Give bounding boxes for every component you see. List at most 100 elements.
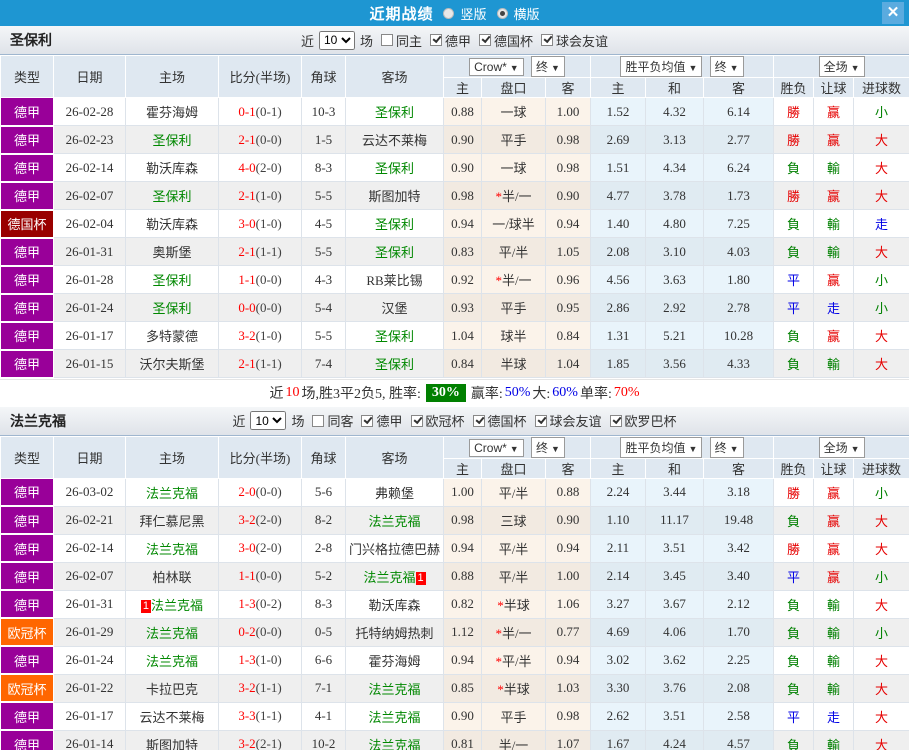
scope-dropdown[interactable]: 全场 ▼ xyxy=(818,436,865,458)
table-row: 德甲 26-01-17 云达不莱梅 3-3(1-1) 4-1 法兰克福 0.90 平手 0.98… xyxy=(0,701,909,731)
final-dropdown[interactable]: 终 ▼ xyxy=(530,436,565,458)
odds-away: 10.28 xyxy=(702,321,775,350)
odds-away: 4.57 xyxy=(702,729,775,750)
league-checkbox[interactable] xyxy=(472,414,485,427)
away-team: 斯图加特 xyxy=(345,181,444,210)
sub-col-header: 让球 xyxy=(813,457,855,479)
league-checkbox[interactable] xyxy=(609,414,622,427)
league-checkbox[interactable] xyxy=(534,414,547,427)
league-checkbox[interactable] xyxy=(410,414,423,427)
odds-draw: 3.78 xyxy=(645,181,704,210)
odds-home: 2.08 xyxy=(590,237,646,266)
odds-type-dropdown[interactable]: 胜平负均值 ▼ xyxy=(620,436,703,458)
table-row: 德甲 26-01-28 圣保利 1-1(0-0) 4-3 RB莱比锡 0.92 *半/一 0.9… xyxy=(0,265,909,295)
result-handicap: 走 xyxy=(813,701,855,731)
close-icon[interactable]: ✕ xyxy=(882,2,904,24)
handicap-home-odds: 0.94 xyxy=(443,533,482,563)
title-bar: 近期战绩 竖版 横版 ✕ xyxy=(0,0,909,26)
league-checkbox[interactable] xyxy=(541,34,554,46)
col-header-corner: 角球 xyxy=(301,435,346,479)
summary-text: 10 xyxy=(285,385,300,400)
same-venue-checkbox[interactable] xyxy=(312,414,325,427)
corner-score: 8-3 xyxy=(301,589,346,619)
odds-group-header: 胜平负均值 ▼ 终 ▼ xyxy=(589,435,775,459)
result-goals: 大 xyxy=(853,729,909,750)
odds-home: 2.14 xyxy=(590,561,646,591)
horizontal-mode-label[interactable]: 横版 xyxy=(514,4,540,23)
match-count-select[interactable]: 10 xyxy=(250,411,287,430)
home-team: 拜仁慕尼黑 xyxy=(125,505,219,535)
col-header-home: 主场 xyxy=(125,55,219,98)
odds-draw: 3.13 xyxy=(645,125,704,154)
match-type-badge: 德甲 xyxy=(0,181,54,211)
home-team: 法兰克福 xyxy=(125,617,219,647)
vertical-mode-label[interactable]: 竖版 xyxy=(460,4,486,23)
league-label: 德甲 xyxy=(376,414,403,429)
final-dropdown[interactable]: 终 ▼ xyxy=(709,436,744,458)
odds-type-dropdown[interactable]: 胜平负均值 ▼ xyxy=(620,56,703,77)
sub-col-header: 盘口 xyxy=(481,457,546,479)
result-outcome: 負 xyxy=(773,673,815,703)
home-team: 卡拉巴克 xyxy=(125,673,219,703)
league-checkbox[interactable] xyxy=(430,34,442,46)
final-dropdown[interactable]: 终 ▼ xyxy=(530,56,565,77)
odds-home: 2.69 xyxy=(590,125,646,154)
odds-draw: 3.10 xyxy=(645,237,704,266)
results-table: 类型 日期 主场 比分(半场) 角球 客场 Crow* ▼ 终 ▼ 胜平负均值 ▼ 终… xyxy=(0,435,909,750)
home-team: 斯图加特 xyxy=(125,729,219,750)
odds-away: 7.25 xyxy=(702,209,775,238)
odds-away: 2.58 xyxy=(702,701,775,731)
league-checkbox[interactable] xyxy=(479,34,492,46)
vertical-mode-radio[interactable] xyxy=(443,7,455,19)
match-type-badge: 德甲 xyxy=(0,153,54,183)
league-label: 球会友谊 xyxy=(556,33,609,49)
handicap-home-odds: 1.04 xyxy=(443,321,482,350)
match-date: 26-01-24 xyxy=(53,645,126,675)
handicap-home-odds: 0.93 xyxy=(443,293,482,322)
odds-away: 3.18 xyxy=(702,477,775,507)
odds-home: 1.52 xyxy=(590,97,646,126)
home-team: 勒沃库森 xyxy=(125,209,219,238)
handicap-home-odds: 0.88 xyxy=(443,561,482,591)
final-dropdown[interactable]: 终 ▼ xyxy=(709,56,744,77)
scope-dropdown[interactable]: 全场 ▼ xyxy=(818,56,865,77)
odds-draw: 4.34 xyxy=(645,153,704,182)
handicap-home-odds: 0.98 xyxy=(443,181,482,210)
result-handicap: 輸 xyxy=(813,645,855,675)
odds-away: 2.25 xyxy=(702,645,775,675)
company-dropdown[interactable]: Crow* ▼ xyxy=(469,438,524,457)
corner-score: 10-2 xyxy=(301,729,346,750)
result-outcome: 負 xyxy=(773,505,815,535)
col-header-away: 客场 xyxy=(345,435,444,479)
results-table: 类型 日期 主场 比分(半场) 角球 客场 Crow* ▼ 终 ▼ 胜平负均值 ▼ 终… xyxy=(0,55,909,379)
near-label: 近 xyxy=(232,414,246,429)
away-team: 弗赖堡 xyxy=(345,477,444,507)
games-label: 场 xyxy=(359,33,373,49)
company-dropdown[interactable]: Crow* ▼ xyxy=(469,58,524,76)
chevron-down-icon: ▼ xyxy=(688,63,698,73)
col-header-type: 类型 xyxy=(0,435,54,479)
odds-away: 4.33 xyxy=(702,349,775,378)
handicap-line: 一球 xyxy=(481,153,546,182)
result-outcome: 勝 xyxy=(773,125,815,154)
league-checkbox[interactable] xyxy=(361,414,374,427)
home-team: 云达不莱梅 xyxy=(125,701,219,731)
corner-score: 0-5 xyxy=(301,617,346,647)
full-half-score: 1-3(1-0) xyxy=(218,645,302,675)
away-team: 汉堡 xyxy=(345,293,444,322)
league-label: 德国杯 xyxy=(487,414,527,429)
handicap-home-odds: 0.82 xyxy=(443,589,482,619)
section-bar: 法兰克福 近 10 场 同客 德甲 欧冠杯 德国杯 球会友谊 欧罗巴杯 xyxy=(0,406,909,436)
corner-score: 5-6 xyxy=(301,477,346,507)
odds-home: 1.10 xyxy=(590,505,646,535)
match-type-badge: 德甲 xyxy=(0,321,54,351)
result-handicap: 輸 xyxy=(813,617,855,647)
match-count-select[interactable]: 10 xyxy=(318,30,355,50)
handicap-home-odds: 0.98 xyxy=(443,505,482,535)
home-team: 柏林联 xyxy=(125,561,219,591)
horizontal-mode-radio[interactable] xyxy=(496,7,508,19)
handicap-line: *半/一 xyxy=(481,265,546,294)
full-half-score: 3-0(2-0) xyxy=(218,533,302,563)
result-outcome: 平 xyxy=(773,265,815,294)
same-venue-checkbox[interactable] xyxy=(380,34,393,46)
